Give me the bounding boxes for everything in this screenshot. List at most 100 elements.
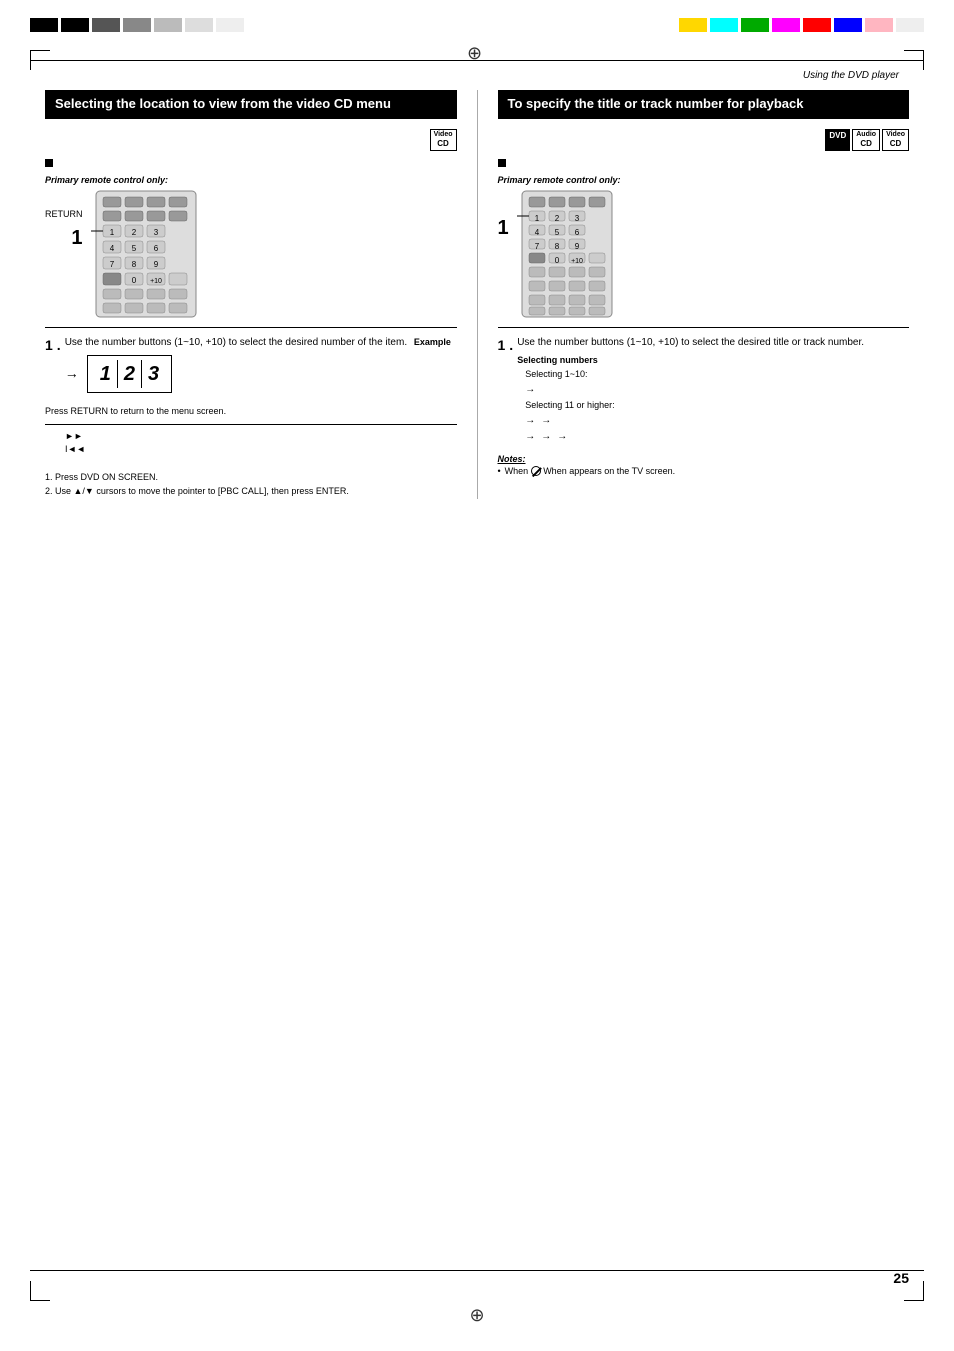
arrow-icon: → <box>65 364 79 384</box>
svg-text:8: 8 <box>554 242 559 251</box>
svg-text:9: 9 <box>153 260 158 269</box>
page-number: 25 <box>893 1270 909 1286</box>
right-disc-badges: DVD Audio CD Video CD <box>498 129 910 151</box>
bar-r3 <box>741 18 769 32</box>
bullet-dot: • <box>498 466 501 477</box>
rw-symbol-line: I◄◄ <box>65 444 457 454</box>
svg-text:4: 4 <box>109 244 114 253</box>
bar-r7 <box>865 18 893 32</box>
fast-forward-symbol: ►► <box>65 431 83 441</box>
bar-3 <box>92 18 120 32</box>
selecting-1-10-label: Selecting 1~10: <box>525 368 864 381</box>
left-title-text: Selecting the location to view from the … <box>55 96 391 111</box>
left-column: Selecting the location to view from the … <box>45 90 457 499</box>
svg-text:1: 1 <box>109 228 114 237</box>
arrow-1: → <box>525 383 535 397</box>
svg-text:0: 0 <box>131 276 136 285</box>
left-bullet-line <box>45 159 457 167</box>
right-step-content: Use the number buttons (1~10, +10) to se… <box>517 336 864 446</box>
bar-r8 <box>896 18 924 32</box>
right-step-label-area: 1 <box>498 209 509 240</box>
number-buttons-example: 1 2 3 <box>87 355 172 393</box>
right-square-bullet-icon <box>498 159 506 167</box>
svg-text:6: 6 <box>574 228 579 237</box>
bar-4 <box>123 18 151 32</box>
svg-text:4: 4 <box>534 228 539 237</box>
right-remote-section: Primary remote control only: 1 <box>498 175 910 319</box>
svg-text:+10: +10 <box>571 258 583 265</box>
arrow-3: → <box>541 414 551 428</box>
arrow-2: → <box>525 414 535 428</box>
header-rule <box>30 60 924 61</box>
selecting-numbers-label: Selecting numbers <box>517 354 864 367</box>
right-sep-line <box>498 327 910 328</box>
num-btn-2: 2 <box>120 360 139 388</box>
svg-text:3: 3 <box>153 228 158 237</box>
right-color-bars <box>679 18 924 32</box>
note-item-1: • When When appears on the TV screen. <box>498 466 910 477</box>
left-color-bars <box>30 18 244 32</box>
arrow-5: → <box>541 430 551 444</box>
bar-5 <box>154 18 182 32</box>
svg-text:5: 5 <box>131 244 136 253</box>
step-1-large-left: 1 <box>71 227 82 250</box>
bar-2 <box>61 18 89 32</box>
svg-text:0: 0 <box>554 256 559 265</box>
bar-r5 <box>803 18 831 32</box>
dvd-badge: DVD <box>825 129 850 151</box>
right-step1: 1 . Use the number buttons (1~10, +10) t… <box>498 336 910 446</box>
right-title-text: To specify the title or track number for… <box>508 96 804 111</box>
square-bullet-icon <box>45 159 53 167</box>
bar-6 <box>185 18 213 32</box>
right-step-number: 1 <box>498 336 506 446</box>
main-content: Selecting the location to view from the … <box>45 90 909 1261</box>
left-step-number: 1 <box>45 336 53 398</box>
left-remote-label: Primary remote control only: <box>45 175 457 185</box>
divider-2 <box>141 360 142 388</box>
svg-text:3: 3 <box>574 214 579 223</box>
svg-text:1: 1 <box>534 214 539 223</box>
num-btn-1: 1 <box>96 360 115 388</box>
bottom-crosshair <box>469 1305 484 1326</box>
svg-text:5: 5 <box>554 228 559 237</box>
bottom-rule <box>30 1270 924 1271</box>
bar-r1 <box>679 18 707 32</box>
return-label: RETURN <box>45 209 83 219</box>
left-step-content: Use the number buttons (1~10, +10) to se… <box>65 336 451 398</box>
left-disc-badge-area: Video CD <box>45 129 457 151</box>
bottom-note-2: 2. Use ▲/▼ cursors to move the pointer t… <box>45 484 457 498</box>
divider-1 <box>117 360 118 388</box>
remote-control-right: 1 2 3 4 5 6 7 <box>517 189 617 319</box>
svg-text:2: 2 <box>131 228 136 237</box>
left-video-cd-badge: Video CD <box>430 129 457 151</box>
remote-control-left: 1 2 3 4 5 6 7 <box>91 189 201 319</box>
page-header-text: Using the DVD player <box>803 70 899 81</box>
top-color-bars <box>0 18 954 32</box>
arrows-11-row2: → → → <box>525 430 864 444</box>
svg-text:6: 6 <box>153 244 158 253</box>
arrows-11-row1: → → <box>525 414 864 428</box>
return-label-area: RETURN 1 <box>45 209 83 250</box>
left-remote-section: Primary remote control only: RETURN 1 <box>45 175 457 319</box>
bar-7 <box>216 18 244 32</box>
svg-text:2: 2 <box>554 214 559 223</box>
selecting-11-label: Selecting 11 or higher: <box>525 399 864 412</box>
arrow-6: → <box>557 430 567 444</box>
two-column-layout: Selecting the location to view from the … <box>45 90 909 499</box>
svg-text:7: 7 <box>109 260 114 269</box>
arrows-1-10: → <box>525 383 864 397</box>
rewind-symbol: I◄◄ <box>65 444 85 454</box>
note-text-content: When appears on the TV screen. <box>543 466 675 476</box>
svg-text:9: 9 <box>574 242 579 251</box>
notes-title: Notes: <box>498 454 910 464</box>
left-step-text: Use the number buttons (1~10, +10) to se… <box>65 337 407 348</box>
bar-r2 <box>710 18 738 32</box>
step-1-large-right: 1 <box>498 217 509 240</box>
right-bullet-line <box>498 159 910 167</box>
right-remote-diagram: 1 1 2 <box>498 189 910 319</box>
video-cd-badge-right: Video CD <box>882 129 909 151</box>
left-sep-line <box>45 327 457 328</box>
column-divider <box>477 90 478 499</box>
page-header: Using the DVD player <box>803 70 899 81</box>
right-remote-label: Primary remote control only: <box>498 175 910 185</box>
